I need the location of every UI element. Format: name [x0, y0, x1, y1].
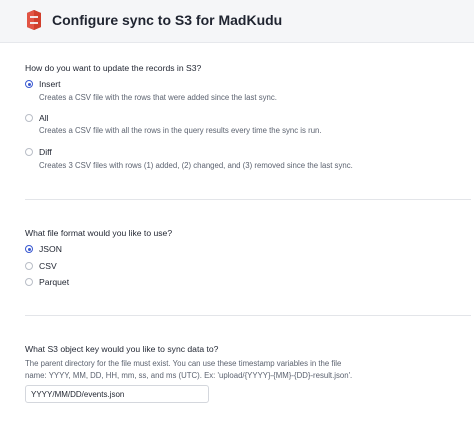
- object-key-section: What S3 object key would you like to syn…: [25, 344, 474, 382]
- page-title: Configure sync to S3 for MadKudu: [52, 12, 283, 28]
- radio-parquet[interactable]: [25, 278, 33, 286]
- option-insert-description: Creates a CSV file with the rows that we…: [39, 93, 277, 102]
- radio-diff[interactable]: [25, 148, 33, 156]
- update-mode-section: How do you want to update the records in…: [25, 63, 474, 170]
- radio-json[interactable]: [25, 245, 33, 253]
- option-diff-label: Diff: [39, 147, 52, 157]
- option-diff[interactable]: Diff: [25, 147, 52, 157]
- update-mode-question: How do you want to update the records in…: [25, 63, 202, 73]
- radio-all[interactable]: [25, 114, 33, 122]
- option-insert[interactable]: Insert: [25, 79, 61, 89]
- object-key-help-line-2: name: YYYY, MM, DD, HH, mm, ss, and ms (…: [25, 371, 353, 380]
- radio-insert[interactable]: [25, 80, 33, 88]
- option-json-label: JSON: [39, 244, 62, 254]
- aws-s3-icon: [27, 10, 41, 30]
- option-parquet[interactable]: Parquet: [25, 277, 69, 287]
- radio-csv[interactable]: [25, 262, 33, 270]
- object-key-help-line-1: The parent directory for the file must e…: [25, 359, 342, 368]
- option-csv[interactable]: CSV: [25, 261, 57, 271]
- option-insert-label: Insert: [39, 79, 61, 89]
- object-key-question: What S3 object key would you like to syn…: [25, 344, 219, 354]
- option-csv-label: CSV: [39, 261, 57, 271]
- option-json[interactable]: JSON: [25, 244, 62, 254]
- option-all[interactable]: All: [25, 113, 49, 123]
- object-key-input[interactable]: [25, 385, 209, 403]
- option-parquet-label: Parquet: [39, 277, 70, 287]
- section-divider: [25, 199, 471, 200]
- option-all-label: All: [39, 113, 49, 123]
- file-format-question: What file format would you like to use?: [25, 228, 173, 238]
- file-format-section: What file format would you like to use? …: [25, 228, 474, 287]
- section-divider: [25, 315, 471, 316]
- option-diff-description: Creates 3 CSV files with rows (1) added,…: [39, 161, 353, 170]
- option-all-description: Creates a CSV file with all the rows in …: [39, 126, 322, 135]
- page-header: Configure sync to S3 for MadKudu: [0, 0, 474, 43]
